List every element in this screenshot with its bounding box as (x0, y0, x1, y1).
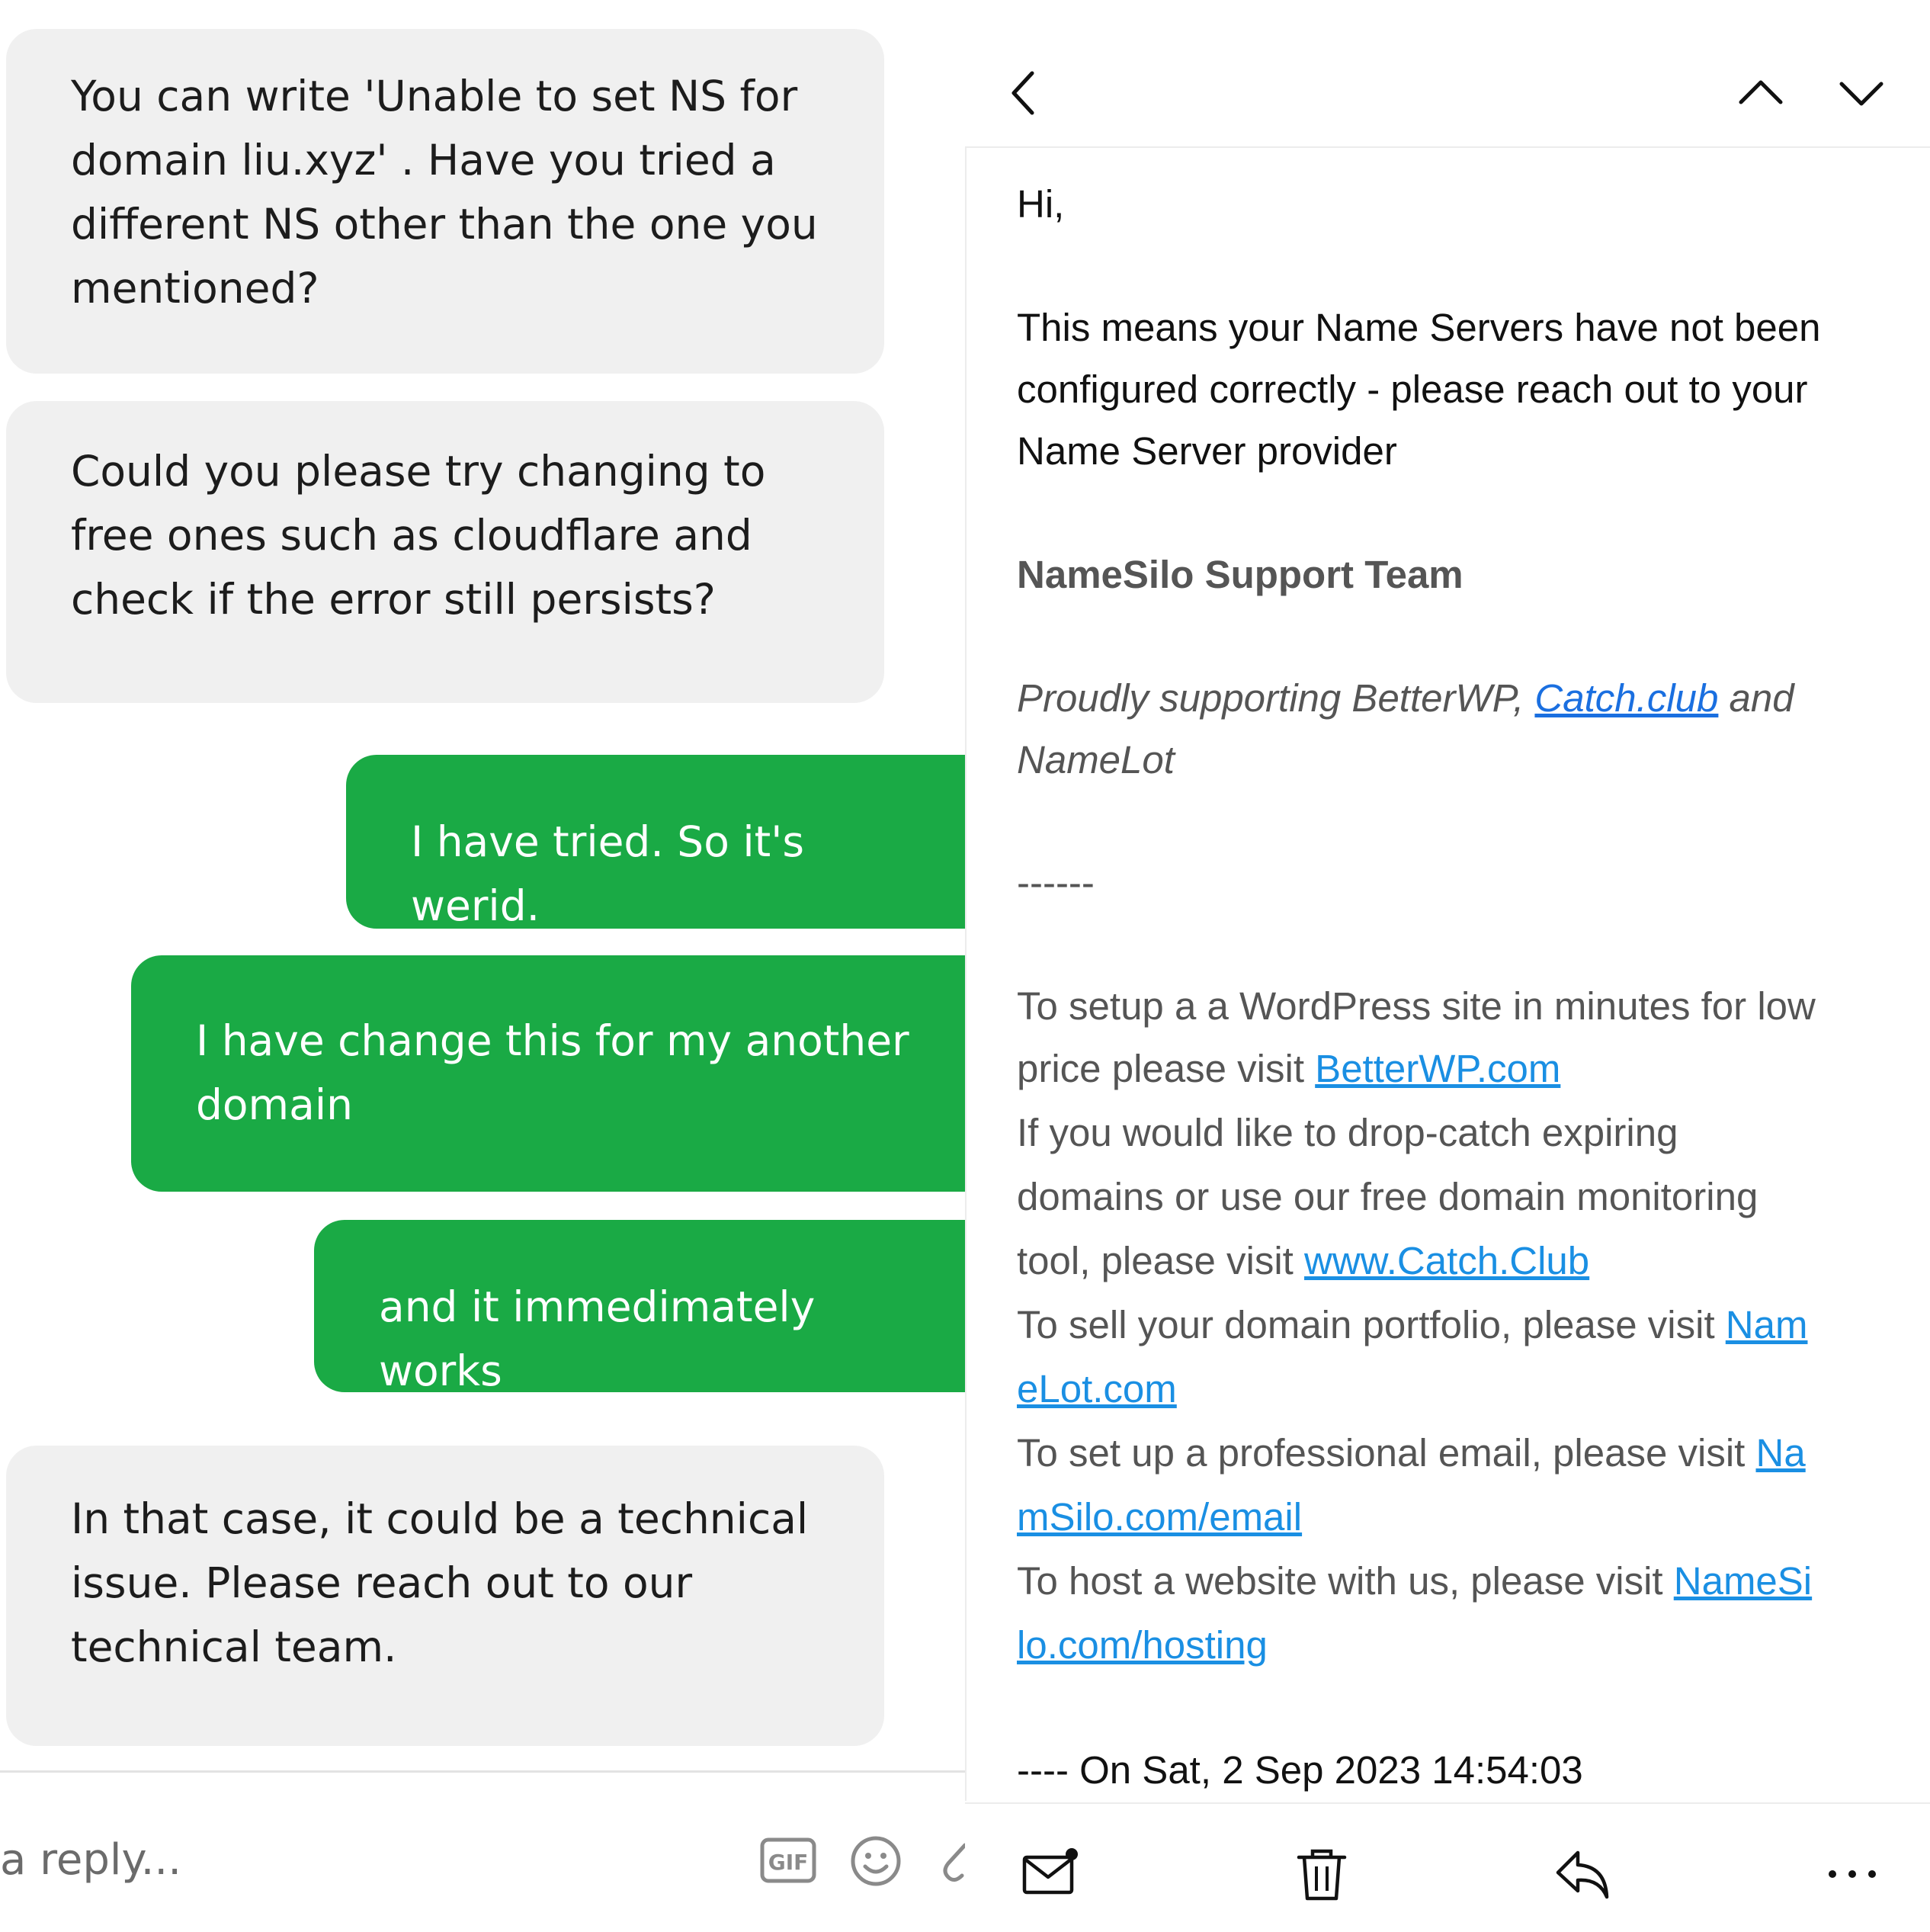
promo-text: To sell your domain portfolio, please vi… (1017, 1303, 1726, 1346)
reply-input[interactable]: a reply... (0, 1830, 686, 1891)
previous-message-icon[interactable] (1730, 63, 1791, 124)
promo-line: price please visit BetterWP.com (1017, 1037, 1560, 1101)
email-header (965, 0, 1930, 148)
mark-unread-icon[interactable] (1020, 1844, 1081, 1905)
composer-divider (0, 1770, 965, 1773)
emoji-icon[interactable] (849, 1834, 902, 1888)
tagline-text: Proudly supporting BetterWP, (1017, 676, 1535, 720)
promo-line: domains or use our free domain monitorin… (1017, 1175, 1758, 1218)
email-separator: ------ (1017, 861, 1095, 904)
message-line: In that case, it could be a technical (71, 1494, 809, 1543)
promo-text: price please visit (1017, 1047, 1316, 1090)
promo-line: eLot.com (1017, 1357, 1177, 1421)
email-greeting: Hi, (1017, 182, 1065, 226)
message-line: I have tried. So it's werid. (411, 817, 804, 930)
email-panel: Hi, This means your Name Servers have no… (965, 0, 1930, 1930)
promo-line: To set up a professional email, please v… (1017, 1421, 1806, 1485)
quoted-header: ---- On Sat, 2 Sep 2023 14:54:03 (1017, 1748, 1583, 1792)
message-line: technical team. (71, 1622, 397, 1671)
email-body: Hi, This means your Name Servers have no… (965, 146, 1930, 1801)
trash-icon[interactable] (1291, 1844, 1352, 1905)
email-tagline: Proudly supporting BetterWP, Catch.club … (1017, 666, 1794, 730)
catch-club-link[interactable]: Catch.club (1534, 676, 1718, 720)
catch-club-site-link[interactable]: www.Catch.Club (1304, 1239, 1589, 1282)
promo-line: To host a website with us, please visit … (1017, 1549, 1812, 1613)
attachment-icon[interactable] (942, 1834, 965, 1888)
gif-icon[interactable]: GIF (759, 1837, 817, 1884)
message-line: I have change this for my another (196, 1016, 909, 1065)
email-toolbar (965, 1802, 1930, 1932)
email-text-line: This means your Name Servers have not be… (1017, 306, 1821, 349)
email-text-line: configured correctly - please reach out … (1017, 367, 1808, 411)
agent-message: In that case, it could be a technical is… (6, 1446, 884, 1746)
message-line: domain (196, 1080, 353, 1129)
email-service-link[interactable]: mSilo.com/email (1017, 1495, 1302, 1539)
agent-message: You can write 'Unable to set NS for doma… (6, 29, 884, 374)
promo-text: tool, please visit (1017, 1239, 1305, 1282)
signature-name: NameSilo Support Team (1017, 553, 1464, 596)
message-line: domain liu.xyz' . Have you tried a (71, 136, 776, 185)
namelot-link[interactable]: Nam (1726, 1303, 1808, 1346)
hosting-link[interactable]: lo.com/hosting (1017, 1623, 1268, 1667)
email-tagline: NameLot (1017, 738, 1175, 781)
message-line: and it immedimately works (379, 1282, 816, 1395)
more-icon[interactable] (1822, 1844, 1883, 1905)
promo-line: To sell your domain portfolio, please vi… (1017, 1293, 1807, 1357)
agent-message: Could you please try changing to free on… (6, 401, 884, 703)
tagline-text: and (1718, 676, 1794, 720)
email-service-link[interactable]: Na (1756, 1431, 1806, 1475)
user-message: I have change this for my another domain (131, 955, 965, 1192)
svg-text:GIF: GIF (768, 1850, 809, 1875)
promo-line: lo.com/hosting (1017, 1613, 1268, 1677)
promo-text: To host a website with us, please visit (1017, 1559, 1674, 1603)
message-line: check if the error still persists? (71, 575, 716, 624)
message-line: mentioned? (71, 264, 319, 313)
user-message: and it immedimately works (314, 1220, 965, 1395)
message-line: different NS other than the one you (71, 200, 818, 249)
next-message-icon[interactable] (1831, 63, 1892, 124)
promo-line: mSilo.com/email (1017, 1485, 1302, 1549)
message-line: free ones such as cloudflare and (71, 511, 752, 560)
chat-panel: You can write 'Unable to set NS for doma… (0, 0, 965, 1930)
reply-icon[interactable] (1552, 1844, 1613, 1905)
hosting-link[interactable]: NameSi (1674, 1559, 1812, 1603)
promo-text: To set up a professional email, please v… (1017, 1431, 1756, 1475)
back-chevron-icon[interactable] (997, 63, 1058, 124)
message-line: You can write 'Unable to set NS for (71, 72, 798, 120)
user-message: I have tried. So it's werid. (346, 755, 965, 930)
promo-line: If you would like to drop-catch expiring (1017, 1111, 1678, 1154)
promo-line: tool, please visit www.Catch.Club (1017, 1229, 1589, 1293)
message-line: issue. Please reach out to our (71, 1558, 693, 1607)
promo-line: To setup a a WordPress site in minutes f… (1017, 984, 1816, 1028)
message-line: Could you please try changing to (71, 447, 766, 496)
email-text-line: Name Server provider (1017, 429, 1397, 473)
betterwp-link[interactable]: BetterWP.com (1315, 1047, 1560, 1090)
namelot-link[interactable]: eLot.com (1017, 1367, 1177, 1410)
